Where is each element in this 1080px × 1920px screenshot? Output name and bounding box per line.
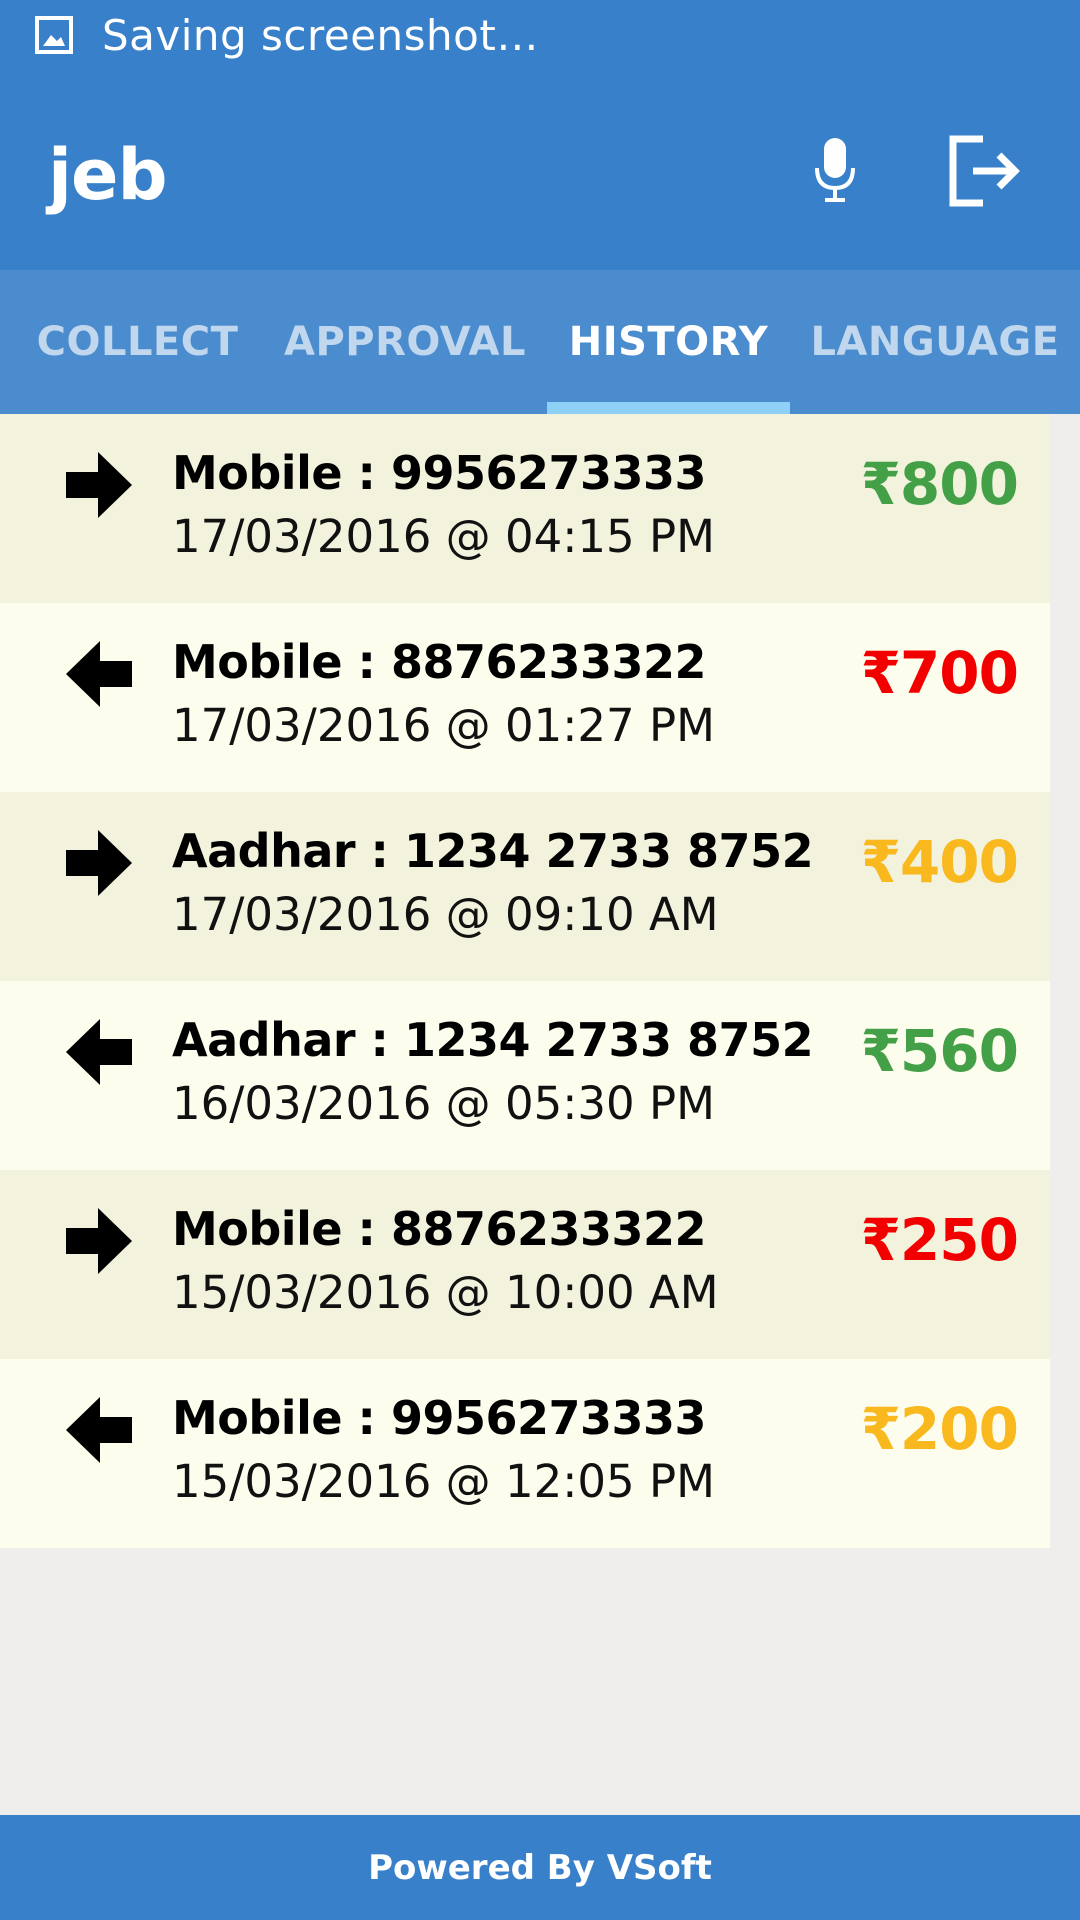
transaction-id: Aadhar : 1234 2733 8752 xyxy=(172,824,814,878)
history-row[interactable]: Aadhar : 1234 2733 8752 17/03/2016 @ 09:… xyxy=(0,792,1050,981)
arrow-left-icon xyxy=(64,639,134,709)
arrow-right-icon xyxy=(64,450,134,520)
transaction-time: 17/03/2016 @ 04:15 PM xyxy=(172,510,715,563)
tab-approval[interactable]: APPROVAL xyxy=(280,270,530,414)
tab-language[interactable]: LANGUAGE xyxy=(810,270,1060,414)
history-row[interactable]: Mobile : 8876233322 15/03/2016 @ 10:00 A… xyxy=(0,1170,1050,1359)
arrow-right-icon xyxy=(64,828,134,898)
transaction-id: Aadhar : 1234 2733 8752 xyxy=(172,1013,814,1067)
footer-text: Powered By VSoft xyxy=(368,1847,712,1888)
history-list: Mobile : 9956273333 17/03/2016 @ 04:15 P… xyxy=(0,414,1050,1548)
transaction-time: 15/03/2016 @ 12:05 PM xyxy=(172,1455,715,1508)
microphone-button[interactable] xyxy=(805,128,865,218)
status-text: Saving screenshot… xyxy=(102,10,539,60)
history-row[interactable]: Mobile : 9956273333 15/03/2016 @ 12:05 P… xyxy=(0,1359,1050,1548)
transaction-time: 16/03/2016 @ 05:30 PM xyxy=(172,1077,715,1130)
app-title: jeb xyxy=(48,134,168,216)
logout-button[interactable] xyxy=(945,128,1025,218)
tab-indicator xyxy=(547,402,790,414)
transaction-time: 17/03/2016 @ 09:10 AM xyxy=(172,888,719,941)
microphone-icon xyxy=(813,136,857,211)
transaction-amount: ₹400 xyxy=(860,828,1019,896)
app-screen: Saving screenshot… jeb COLLECT APPROVAL … xyxy=(0,0,1080,1920)
transaction-id: Mobile : 8876233322 xyxy=(172,1202,707,1256)
status-bar: Saving screenshot… xyxy=(0,0,1080,70)
history-row[interactable]: Mobile : 8876233322 17/03/2016 @ 01:27 P… xyxy=(0,603,1050,792)
transaction-amount: ₹800 xyxy=(860,450,1019,518)
transaction-time: 15/03/2016 @ 10:00 AM xyxy=(172,1266,719,1319)
history-row[interactable]: Mobile : 9956273333 17/03/2016 @ 04:15 P… xyxy=(0,414,1050,603)
transaction-amount: ₹200 xyxy=(860,1395,1019,1463)
history-row[interactable]: Aadhar : 1234 2733 8752 16/03/2016 @ 05:… xyxy=(0,981,1050,1170)
transaction-time: 17/03/2016 @ 01:27 PM xyxy=(172,699,715,752)
transaction-id: Mobile : 9956273333 xyxy=(172,1391,707,1445)
transaction-amount: ₹250 xyxy=(860,1206,1019,1274)
transaction-id: Mobile : 8876233322 xyxy=(172,635,707,689)
tab-history[interactable]: HISTORY xyxy=(547,270,790,414)
transaction-id: Mobile : 9956273333 xyxy=(172,446,707,500)
app-bar: jeb xyxy=(0,70,1080,270)
tab-collect[interactable]: COLLECT xyxy=(20,270,255,414)
footer: Powered By VSoft xyxy=(0,1815,1080,1920)
transaction-amount: ₹560 xyxy=(860,1017,1019,1085)
transaction-amount: ₹700 xyxy=(860,639,1019,707)
arrow-right-icon xyxy=(64,1206,134,1276)
image-icon xyxy=(34,15,74,55)
logout-icon xyxy=(947,133,1023,214)
arrow-left-icon xyxy=(64,1395,134,1465)
arrow-left-icon xyxy=(64,1017,134,1087)
tab-bar: COLLECT APPROVAL HISTORY LANGUAGE xyxy=(0,270,1080,414)
